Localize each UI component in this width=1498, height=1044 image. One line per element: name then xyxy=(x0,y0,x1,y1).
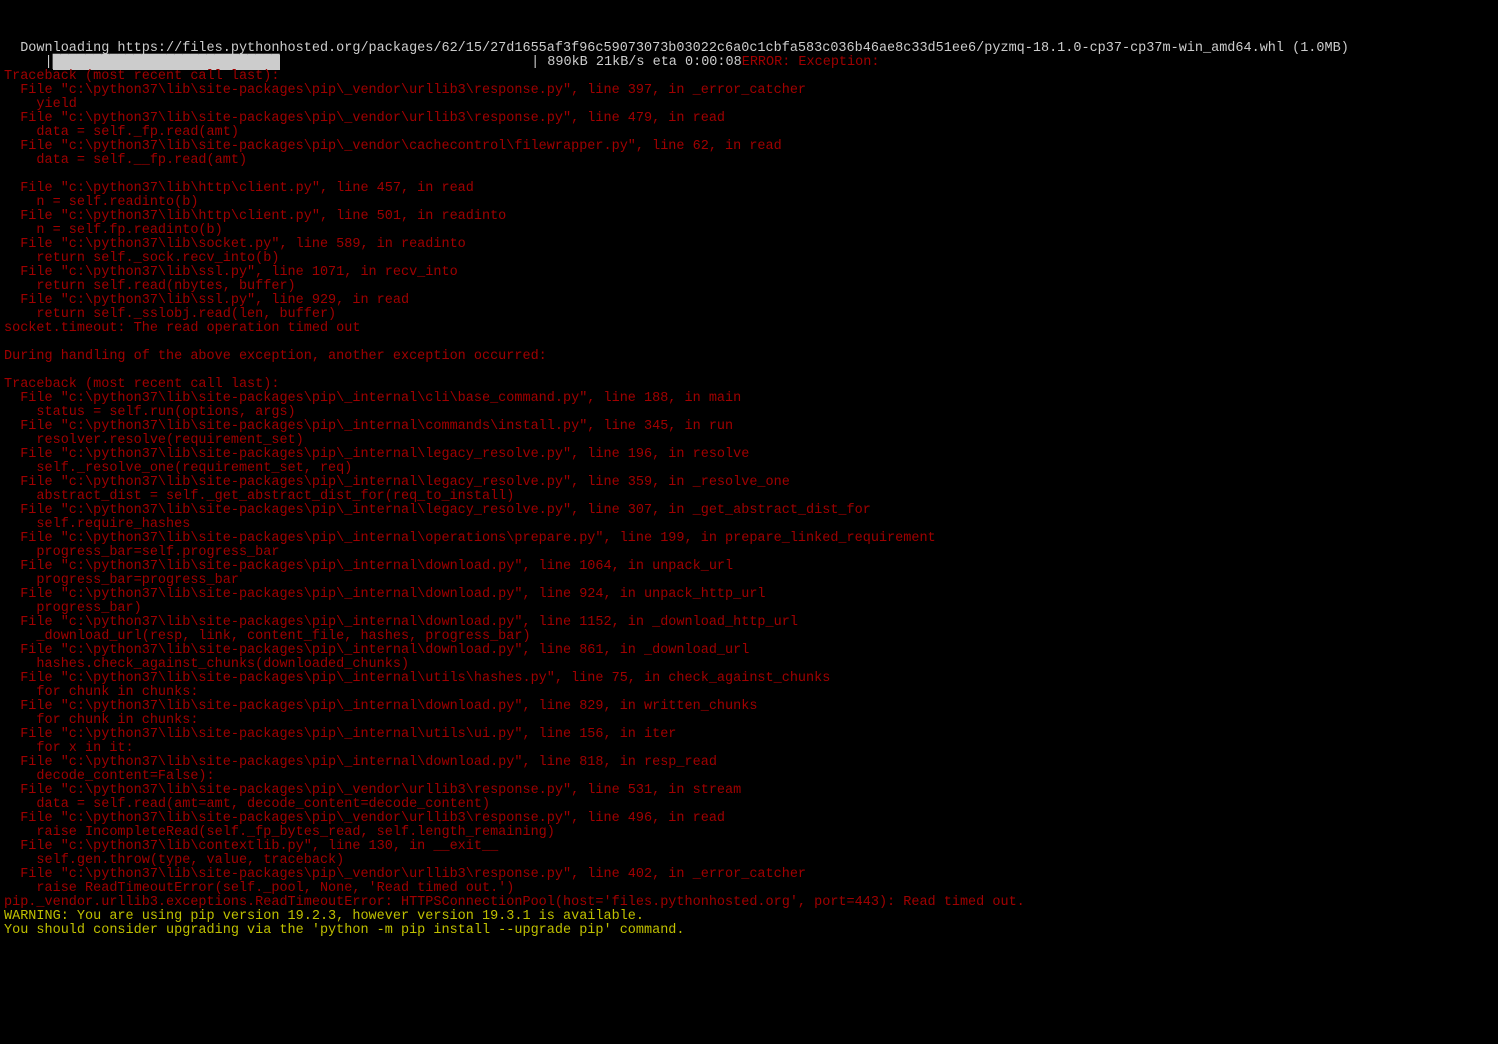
tb2-code-4: abstract_dist = self._get_abstract_dist_… xyxy=(4,489,514,504)
tb2-code-9: _download_url(resp, link, content_file, … xyxy=(4,629,531,644)
progress-line: |████████████████████████████ | 890kB 21… xyxy=(4,55,742,70)
tb2-code-1: status = self.run(options, args) xyxy=(4,405,296,420)
tb1-file-3: File "c:\python37\lib\site-packages\pip\… xyxy=(4,139,782,154)
tb1-code-1: yield xyxy=(4,97,77,112)
error-exception: ERROR: Exception: xyxy=(742,55,880,70)
tb1-blank-1 xyxy=(4,167,12,182)
tb2-file-2: File "c:\python37\lib\site-packages\pip\… xyxy=(4,419,733,434)
tb1-file-7: File "c:\python37\lib\ssl.py", line 1071… xyxy=(4,265,458,280)
tb1-file-4: File "c:\python37\lib\http\client.py", l… xyxy=(4,181,474,196)
traceback-1: Traceback (most recent call last): xyxy=(4,69,279,84)
tb2-file-18: File "c:\python37\lib\site-packages\pip\… xyxy=(4,867,806,882)
traceback-2: Traceback (most recent call last): xyxy=(4,377,279,392)
tb1-code-4: n = self.readinto(b) xyxy=(4,195,198,210)
tb1-code-3: data = self.__fp.read(amt) xyxy=(4,153,247,168)
pip-warning-1: WARNING: You are using pip version 19.2.… xyxy=(4,909,644,924)
tb1-file-2: File "c:\python37\lib\site-packages\pip\… xyxy=(4,111,725,126)
tb1-file-6: File "c:\python37\lib\socket.py", line 5… xyxy=(4,237,466,252)
tb2-exception: pip._vendor.urllib3.exceptions.ReadTimeo… xyxy=(4,895,1025,910)
pip-warning-2: You should consider upgrading via the 'p… xyxy=(4,923,685,938)
tb2-file-5: File "c:\python37\lib\site-packages\pip\… xyxy=(4,503,871,518)
tb1-code-6: return self._sock.recv_into(b) xyxy=(4,251,279,266)
tb2-file-12: File "c:\python37\lib\site-packages\pip\… xyxy=(4,699,757,714)
tb1-code-8: return self._sslobj.read(len, buffer) xyxy=(4,307,336,322)
tb2-file-15: File "c:\python37\lib\site-packages\pip\… xyxy=(4,783,741,798)
terminal-output: Downloading https://files.pythonhosted.o… xyxy=(0,28,1498,938)
tb1-code-7: return self.read(nbytes, buffer) xyxy=(4,279,296,294)
tb2-file-14: File "c:\python37\lib\site-packages\pip\… xyxy=(4,755,717,770)
tb2-code-5: self.require_hashes xyxy=(4,517,190,532)
tb1-file-5: File "c:\python37\lib\http\client.py", l… xyxy=(4,209,506,224)
tb2-code-16: raise IncompleteRead(self._fp_bytes_read… xyxy=(4,825,555,840)
tb2-code-14: decode_content=False): xyxy=(4,769,215,784)
tb1-file-8: File "c:\python37\lib\ssl.py", line 929,… xyxy=(4,293,409,308)
tb2-file-1: File "c:\python37\lib\site-packages\pip\… xyxy=(4,391,741,406)
tb2-file-17: File "c:\python37\lib\contextlib.py", li… xyxy=(4,839,498,854)
tb2-file-9: File "c:\python37\lib\site-packages\pip\… xyxy=(4,615,798,630)
tb1-code-2: data = self._fp.read(amt) xyxy=(4,125,239,140)
tb2-code-17: self.gen.throw(type, value, traceback) xyxy=(4,853,344,868)
tb2-code-6: progress_bar=self.progress_bar xyxy=(4,545,279,560)
tb2-file-11: File "c:\python37\lib\site-packages\pip\… xyxy=(4,671,830,686)
tb1-file-1: File "c:\python37\lib\site-packages\pip\… xyxy=(4,83,806,98)
tb2-code-3: self._resolve_one(requirement_set, req) xyxy=(4,461,352,476)
download-line: Downloading https://files.pythonhosted.o… xyxy=(4,41,1349,56)
tb2-file-8: File "c:\python37\lib\site-packages\pip\… xyxy=(4,587,766,602)
tb2-file-16: File "c:\python37\lib\site-packages\pip\… xyxy=(4,811,725,826)
tb1-code-5: n = self.fp.readinto(b) xyxy=(4,223,223,238)
tb2-file-3: File "c:\python37\lib\site-packages\pip\… xyxy=(4,447,749,462)
tb2-code-10: hashes.check_against_chunks(downloaded_c… xyxy=(4,657,409,672)
tb2-file-6: File "c:\python37\lib\site-packages\pip\… xyxy=(4,531,936,546)
tb2-file-10: File "c:\python37\lib\site-packages\pip\… xyxy=(4,643,749,658)
tb2-code-15: data = self.read(amt=amt, decode_content… xyxy=(4,797,490,812)
tb2-code-18: raise ReadTimeoutError(self._pool, None,… xyxy=(4,881,514,896)
tb2-file-13: File "c:\python37\lib\site-packages\pip\… xyxy=(4,727,676,742)
tb2-code-13: for x in it: xyxy=(4,741,134,756)
tb2-code-12: for chunk in chunks: xyxy=(4,713,198,728)
tb2-file-4: File "c:\python37\lib\site-packages\pip\… xyxy=(4,475,790,490)
tb2-code-7: progress_bar=progress_bar xyxy=(4,573,239,588)
tb2-file-7: File "c:\python37\lib\site-packages\pip\… xyxy=(4,559,733,574)
during-handling: During handling of the above exception, … xyxy=(4,349,547,364)
tb1-timeout: socket.timeout: The read operation timed… xyxy=(4,321,360,336)
tb2-code-8: progress_bar) xyxy=(4,601,142,616)
tb2-code-2: resolver.resolve(requirement_set) xyxy=(4,433,304,448)
tb2-code-11: for chunk in chunks: xyxy=(4,685,198,700)
